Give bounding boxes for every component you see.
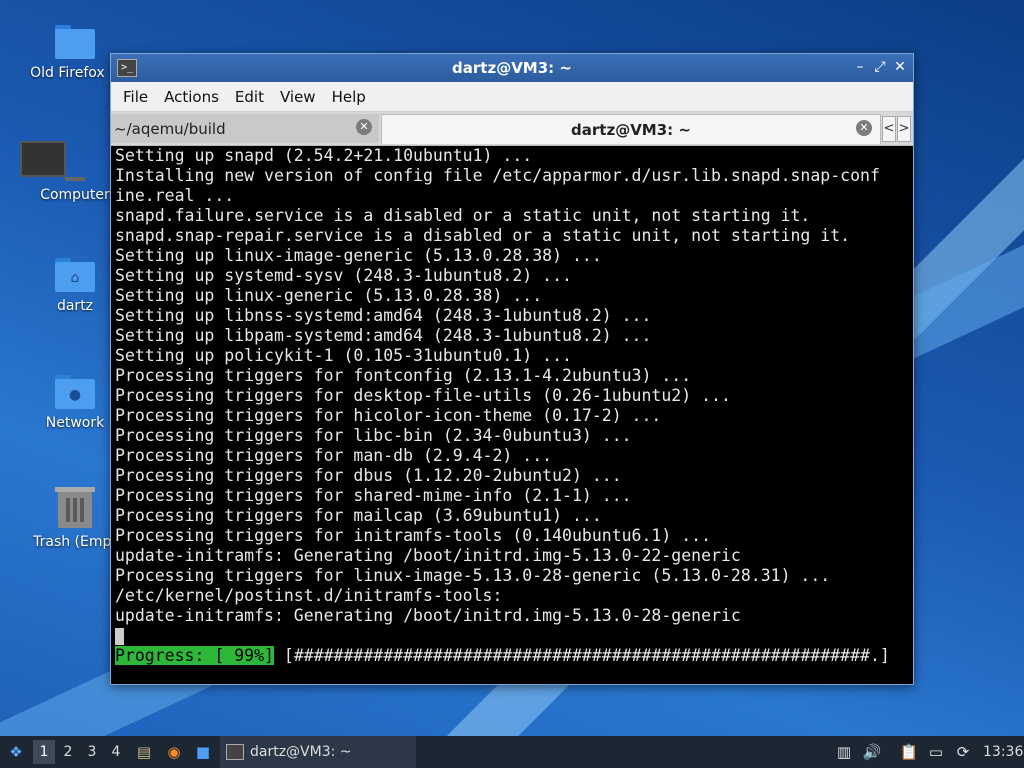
taskbar-task-terminal[interactable]: dartz@VM3: ~ — [220, 736, 416, 768]
menu-file[interactable]: File — [115, 88, 156, 106]
trash-icon — [55, 487, 95, 528]
close-icon[interactable]: ✕ — [891, 58, 909, 76]
terminal-line: Processing triggers for hicolor-icon-the… — [115, 406, 662, 425]
menu-bar: File Actions Edit View Help — [111, 82, 913, 112]
terminal-line: Setting up linux-image-generic (5.13.0.2… — [115, 246, 602, 265]
window-title: dartz@VM3: ~ — [452, 59, 572, 77]
folder-icon — [55, 25, 95, 59]
tab-label: dartz@VM3: ~ — [571, 121, 691, 139]
terminal-line: Setting up libpam-systemd:amd64 (248.3-1… — [115, 326, 652, 345]
taskbar: ❖ 1 2 3 4 ▤ ◉ ■ dartz@VM3: ~ ▥ 🔊 📋 ▭ ⟳ 1… — [0, 736, 1024, 768]
tab-label: ~/aqemu/build — [114, 120, 226, 138]
terminal-line: Processing triggers for initramfs-tools … — [115, 526, 712, 545]
show-desktop-icon[interactable]: ■ — [193, 742, 213, 762]
task-label: dartz@VM3: ~ — [250, 744, 352, 760]
firefox-icon[interactable]: ◉ — [164, 742, 184, 762]
terminal-line: Setting up policykit-1 (0.105-31ubuntu0.… — [115, 346, 572, 365]
terminal-cursor — [115, 628, 124, 645]
tab-dartz-vm3[interactable]: dartz@VM3: ~ ✕ — [381, 114, 881, 144]
minimize-icon[interactable]: – — [851, 58, 869, 76]
tab-close-icon[interactable]: ✕ — [856, 120, 872, 136]
terminal-line: Setting up linux-generic (5.13.0.28.38) … — [115, 286, 543, 305]
terminal-line: Processing triggers for dbus (1.12.20-2u… — [115, 466, 622, 485]
terminal-line: snapd.failure.service is a disabled or a… — [115, 206, 811, 225]
workspace-1[interactable]: 1 — [33, 740, 55, 764]
workspace-2[interactable]: 2 — [57, 740, 79, 764]
menu-edit[interactable]: Edit — [227, 88, 272, 106]
progress-line: Progress: [ 99%] [######################… — [115, 646, 911, 666]
tab-bar: ~/aqemu/build ✕ dartz@VM3: ~ ✕ < > — [111, 112, 913, 146]
terminal-line: Processing triggers for man-db (2.9.4-2)… — [115, 446, 553, 465]
terminal-line: /etc/kernel/postinst.d/initramfs-tools: — [115, 586, 503, 605]
network-icon[interactable]: ▭ — [926, 742, 946, 762]
terminal-line: Setting up snapd (2.54.2+21.10ubuntu1) .… — [115, 146, 533, 165]
workspace-3[interactable]: 3 — [81, 740, 103, 764]
window-titlebar[interactable]: >_ dartz@VM3: ~ – ⤢ ✕ — [111, 54, 913, 82]
menu-view[interactable]: View — [272, 88, 324, 106]
terminal-line: Processing triggers for libc-bin (2.34-0… — [115, 426, 632, 445]
progress-bar: [#######################################… — [273, 646, 890, 665]
maximize-icon[interactable]: ⤢ — [871, 58, 889, 76]
tab-scroll-left-icon[interactable]: < — [882, 116, 896, 142]
terminal-cursor-line — [115, 626, 911, 646]
terminal-line: Processing triggers for linux-image-5.13… — [115, 566, 831, 585]
start-menu-icon[interactable]: ❖ — [6, 742, 26, 762]
terminal-line: Setting up systemd-sysv (248.3-1ubuntu8.… — [115, 266, 572, 285]
terminal-icon — [226, 744, 244, 760]
home-folder-icon: ⌂ — [55, 258, 95, 292]
menu-actions[interactable]: Actions — [156, 88, 227, 106]
terminal-line: Processing triggers for fontconfig (2.13… — [115, 366, 692, 385]
terminal-line: snapd.snap-repair.service is a disabled … — [115, 226, 851, 245]
terminal-line: Setting up libnss-systemd:amd64 (248.3-1… — [115, 306, 652, 325]
terminal-window: >_ dartz@VM3: ~ – ⤢ ✕ File Actions Edit … — [110, 53, 914, 685]
terminal-line: Processing triggers for mailcap (3.69ubu… — [115, 506, 602, 525]
tab-aqemu-build[interactable]: ~/aqemu/build ✕ — [111, 114, 379, 143]
terminal-line: Processing triggers for shared-mime-info… — [115, 486, 632, 505]
update-icon[interactable]: ⟳ — [953, 742, 973, 762]
network-folder-icon: ● — [55, 375, 95, 409]
progress-label: Progress: [ 99%] — [115, 646, 274, 665]
menu-help[interactable]: Help — [324, 88, 374, 106]
clipboard-icon[interactable]: 📋 — [899, 742, 919, 762]
clock[interactable]: 13:36 — [983, 736, 1023, 768]
terminal-line: update-initramfs: Generating /boot/initr… — [115, 546, 741, 565]
terminal-output[interactable]: Setting up snapd (2.54.2+21.10ubuntu1) .… — [113, 146, 911, 682]
tab-close-icon[interactable]: ✕ — [356, 119, 372, 135]
terminal-line: update-initramfs: Generating /boot/initr… — [115, 606, 741, 625]
file-manager-icon[interactable]: ▤ — [134, 742, 154, 762]
terminal-line: Processing triggers for desktop-file-uti… — [115, 386, 731, 405]
workspace-4[interactable]: 4 — [105, 740, 127, 764]
terminal-line: Installing new version of config file /e… — [115, 166, 880, 185]
terminal-line: ine.real ... — [115, 186, 235, 205]
notes-icon[interactable]: ▥ — [834, 742, 854, 762]
volume-icon[interactable]: 🔊 — [862, 742, 882, 762]
tab-scroll-right-icon[interactable]: > — [897, 116, 911, 142]
